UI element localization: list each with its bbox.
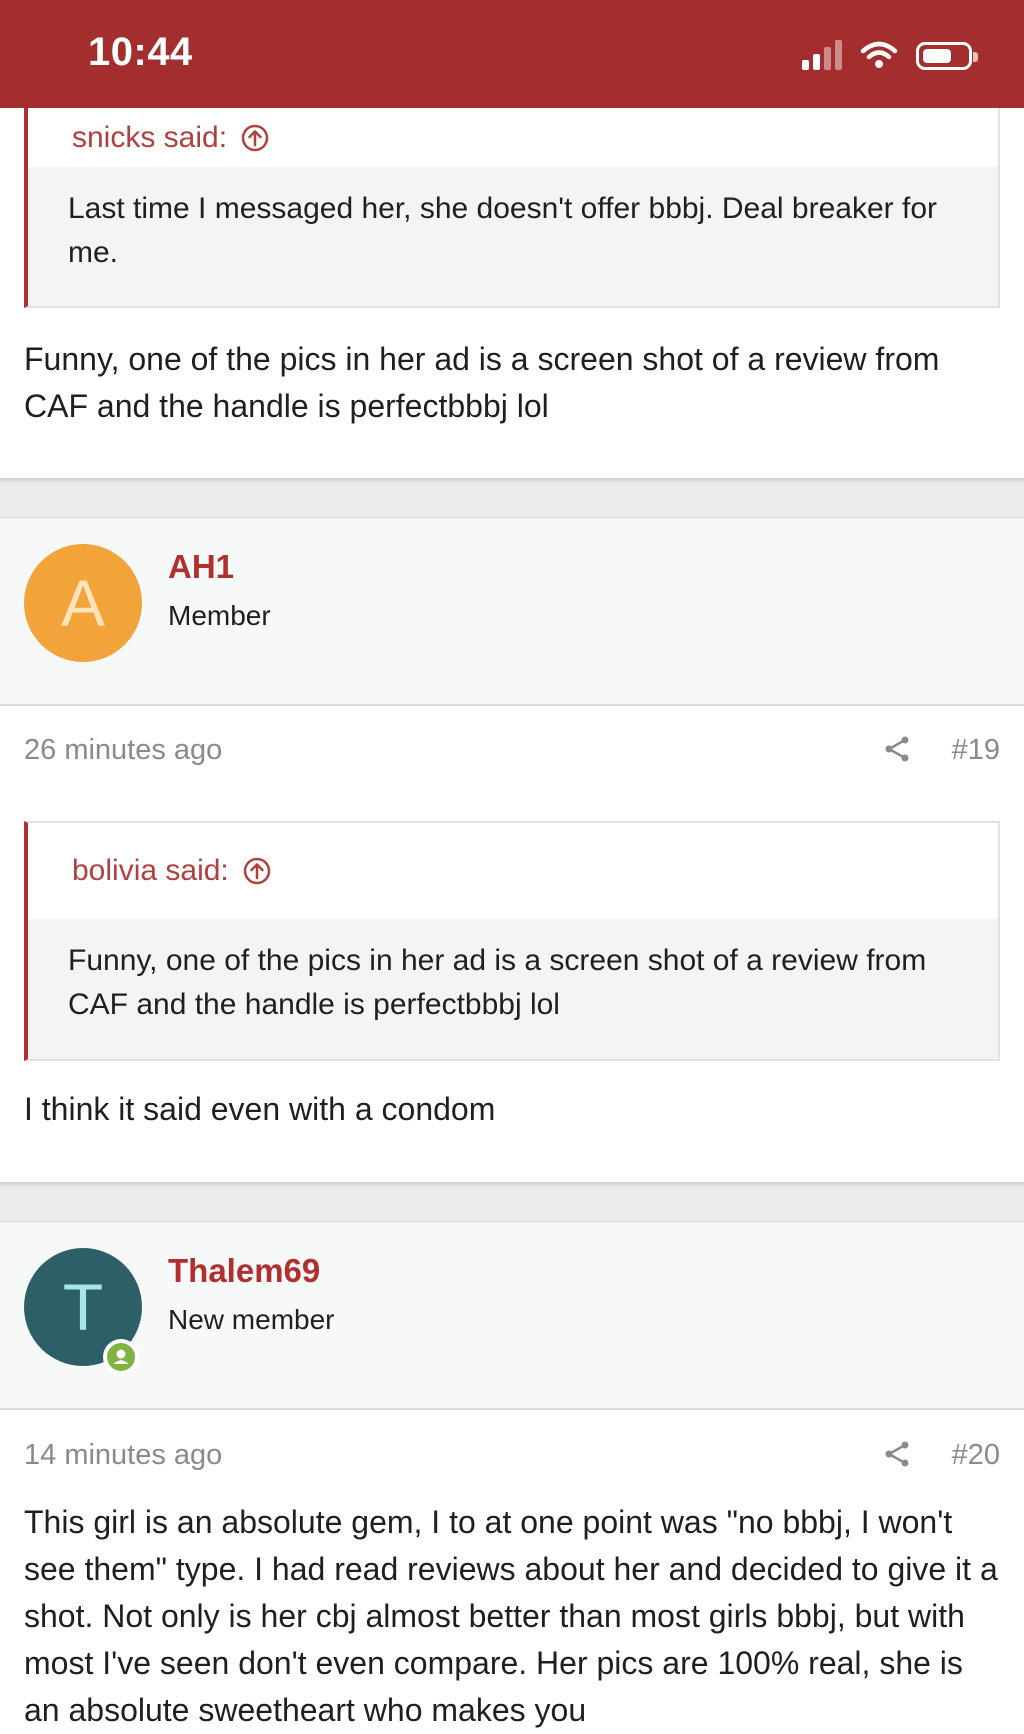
post-author-bar: A AH1 Member: [0, 517, 1024, 706]
wifi-icon: [860, 41, 898, 68]
quote-author[interactable]: snicks said:: [72, 121, 227, 155]
username[interactable]: AH1: [168, 548, 234, 586]
share-icon[interactable]: [882, 734, 912, 764]
post-timestamp[interactable]: 14 minutes ago: [24, 1439, 222, 1472]
username[interactable]: Thalem69: [168, 1252, 320, 1290]
user-role: Member: [168, 600, 271, 631]
post-author-bar: T Thalem69 New member: [0, 1221, 1024, 1410]
post-message: Funny, one of the pics in her ad is a sc…: [24, 341, 940, 424]
cellular-signal-icon: [802, 38, 842, 70]
quote-block: snicks said: Last time I messaged her, s…: [24, 80, 1000, 308]
status-bar: 10:44: [0, 0, 1024, 108]
share-icon[interactable]: [882, 1439, 912, 1469]
quote-text: Last time I messaged her, she doesn't of…: [28, 167, 998, 306]
post-meta: 14 minutes ago #20: [0, 1425, 1024, 1485]
post-meta: 26 minutes ago #19: [0, 720, 1024, 780]
post-separator: [0, 1182, 1024, 1222]
arrow-up-circle-icon[interactable]: [241, 124, 269, 152]
battery-icon: [916, 42, 978, 70]
post-number[interactable]: #19: [952, 734, 1000, 767]
post-number[interactable]: #20: [952, 1439, 1000, 1472]
online-status-icon: [103, 1339, 139, 1375]
user-role: New member: [168, 1304, 335, 1335]
quote-block: bolivia said: Funny, one of the pics in …: [24, 821, 1000, 1061]
user-icon: [113, 1349, 129, 1364]
status-time: 10:44: [88, 30, 193, 74]
post-message: I think it said even with a condom: [24, 1091, 496, 1127]
quote-author[interactable]: bolivia said:: [72, 854, 229, 888]
post-message: This girl is an absolute gem, I to at on…: [24, 1504, 998, 1728]
arrow-up-circle-icon[interactable]: [243, 857, 271, 885]
quote-text: Funny, one of the pics in her ad is a sc…: [28, 919, 998, 1059]
avatar[interactable]: A: [24, 544, 142, 662]
post-separator: [0, 478, 1024, 518]
post-timestamp[interactable]: 26 minutes ago: [24, 734, 222, 767]
status-icons: [802, 38, 978, 70]
